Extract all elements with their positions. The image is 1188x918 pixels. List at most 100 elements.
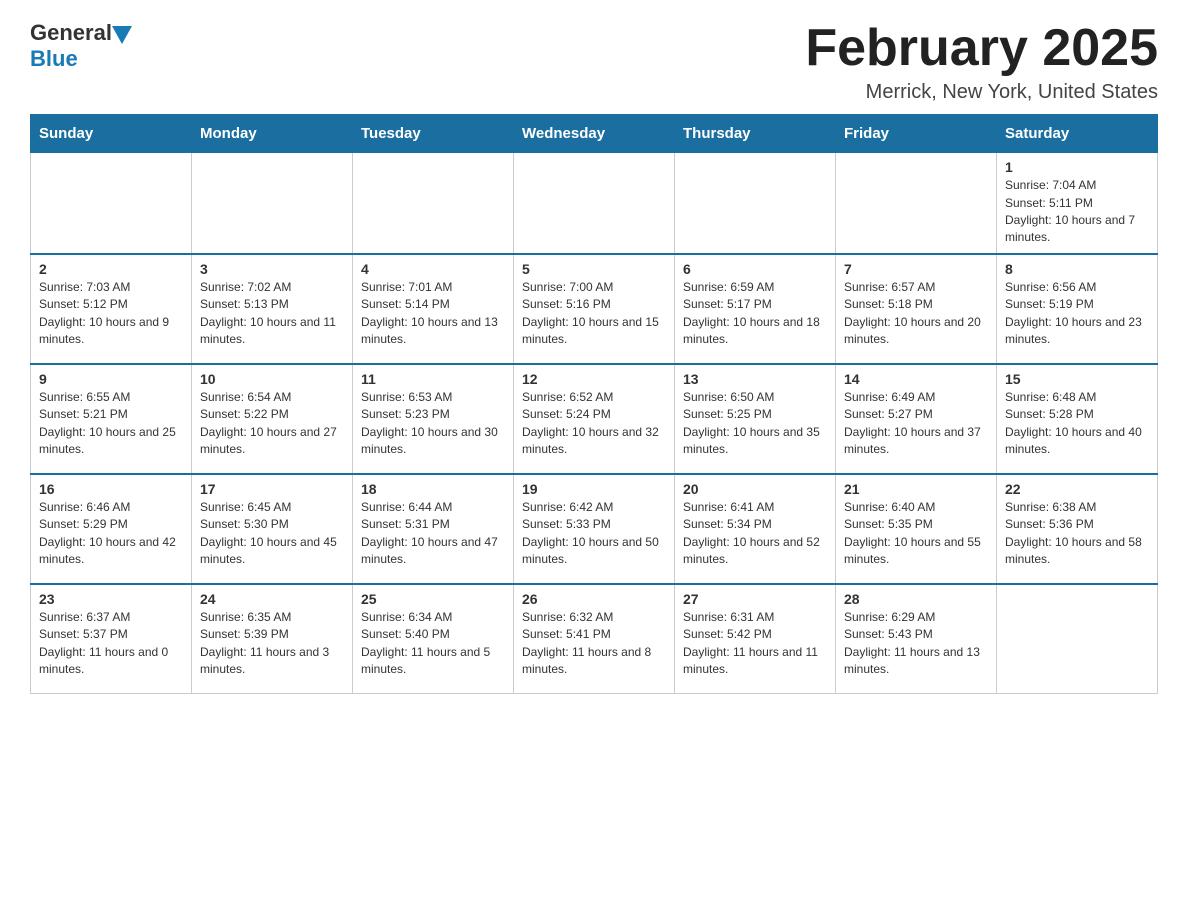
day-number: 7 (844, 261, 988, 277)
calendar-cell: 9 Sunrise: 6:55 AM Sunset: 5:21 PM Daylig… (31, 364, 192, 474)
day-info: Sunrise: 6:46 AM Sunset: 5:29 PM Dayligh… (39, 499, 183, 569)
calendar-cell: 2 Sunrise: 7:03 AM Sunset: 5:12 PM Daylig… (31, 254, 192, 364)
day-info: Sunrise: 7:02 AM Sunset: 5:13 PM Dayligh… (200, 279, 344, 349)
calendar-cell: 13 Sunrise: 6:50 AM Sunset: 5:25 PM Dayli… (675, 364, 836, 474)
day-info: Sunrise: 6:50 AM Sunset: 5:25 PM Dayligh… (683, 389, 827, 459)
calendar-cell (353, 153, 514, 254)
calendar-cell (675, 153, 836, 254)
day-number: 16 (39, 481, 183, 497)
calendar-cell: 26 Sunrise: 6:32 AM Sunset: 5:41 PM Dayli… (514, 584, 675, 694)
day-number: 12 (522, 371, 666, 387)
calendar-cell: 3 Sunrise: 7:02 AM Sunset: 5:13 PM Daylig… (192, 254, 353, 364)
day-number: 23 (39, 591, 183, 607)
calendar-cell: 15 Sunrise: 6:48 AM Sunset: 5:28 PM Dayli… (997, 364, 1158, 474)
calendar-cell: 1 Sunrise: 7:04 AM Sunset: 5:11 PM Daylig… (997, 153, 1158, 254)
calendar-cell: 4 Sunrise: 7:01 AM Sunset: 5:14 PM Daylig… (353, 254, 514, 364)
day-info: Sunrise: 6:31 AM Sunset: 5:42 PM Dayligh… (683, 609, 827, 679)
day-number: 2 (39, 261, 183, 277)
day-number: 4 (361, 261, 505, 277)
logo-triangle-icon (112, 26, 132, 44)
day-info: Sunrise: 6:57 AM Sunset: 5:18 PM Dayligh… (844, 279, 988, 349)
day-number: 24 (200, 591, 344, 607)
calendar-cell: 7 Sunrise: 6:57 AM Sunset: 5:18 PM Daylig… (836, 254, 997, 364)
day-number: 22 (1005, 481, 1149, 497)
day-number: 1 (1005, 159, 1149, 175)
week-row-3: 9 Sunrise: 6:55 AM Sunset: 5:21 PM Daylig… (31, 364, 1158, 474)
calendar-cell (192, 153, 353, 254)
calendar-cell: 14 Sunrise: 6:49 AM Sunset: 5:27 PM Dayli… (836, 364, 997, 474)
logo-block: General Blue (30, 20, 132, 72)
weekday-header-wednesday: Wednesday (514, 115, 675, 153)
day-number: 28 (844, 591, 988, 607)
calendar-cell: 11Sunrise: 6:53 AM Sunset: 5:23 PM Dayli… (353, 364, 514, 474)
day-info: Sunrise: 6:54 AM Sunset: 5:22 PM Dayligh… (200, 389, 344, 459)
day-number: 20 (683, 481, 827, 497)
day-number: 17 (200, 481, 344, 497)
calendar-cell: 20Sunrise: 6:41 AM Sunset: 5:34 PM Dayli… (675, 474, 836, 584)
location: Merrick, New York, United States (805, 81, 1158, 104)
calendar-cell: 12 Sunrise: 6:52 AM Sunset: 5:24 PM Dayli… (514, 364, 675, 474)
logo-text-blue: Blue (30, 46, 78, 72)
calendar-cell (836, 153, 997, 254)
day-number: 8 (1005, 261, 1149, 277)
calendar-cell: 28 Sunrise: 6:29 AM Sunset: 5:43 PM Dayli… (836, 584, 997, 694)
calendar-cell: 16 Sunrise: 6:46 AM Sunset: 5:29 PM Dayli… (31, 474, 192, 584)
day-info: Sunrise: 7:00 AM Sunset: 5:16 PM Dayligh… (522, 279, 666, 349)
day-info: Sunrise: 6:49 AM Sunset: 5:27 PM Dayligh… (844, 389, 988, 459)
day-number: 25 (361, 591, 505, 607)
calendar-cell: 24Sunrise: 6:35 AM Sunset: 5:39 PM Dayli… (192, 584, 353, 694)
logo-text-general: General (30, 20, 112, 46)
day-info: Sunrise: 6:59 AM Sunset: 5:17 PM Dayligh… (683, 279, 827, 349)
day-number: 15 (1005, 371, 1149, 387)
day-info: Sunrise: 6:45 AM Sunset: 5:30 PM Dayligh… (200, 499, 344, 569)
calendar-cell: 25 Sunrise: 6:34 AM Sunset: 5:40 PM Dayli… (353, 584, 514, 694)
calendar-cell: 27Sunrise: 6:31 AM Sunset: 5:42 PM Dayli… (675, 584, 836, 694)
day-info: Sunrise: 7:01 AM Sunset: 5:14 PM Dayligh… (361, 279, 505, 349)
weekday-header-tuesday: Tuesday (353, 115, 514, 153)
week-row-5: 23 Sunrise: 6:37 AM Sunset: 5:37 PM Dayli… (31, 584, 1158, 694)
calendar-cell: 21 Sunrise: 6:40 AM Sunset: 5:35 PM Dayli… (836, 474, 997, 584)
day-number: 5 (522, 261, 666, 277)
day-number: 18 (361, 481, 505, 497)
day-info: Sunrise: 6:29 AM Sunset: 5:43 PM Dayligh… (844, 609, 988, 679)
day-info: Sunrise: 6:44 AM Sunset: 5:31 PM Dayligh… (361, 499, 505, 569)
weekday-header-row: SundayMondayTuesdayWednesdayThursdayFrid… (31, 115, 1158, 153)
day-number: 14 (844, 371, 988, 387)
day-info: Sunrise: 6:37 AM Sunset: 5:37 PM Dayligh… (39, 609, 183, 679)
day-number: 10 (200, 371, 344, 387)
day-number: 21 (844, 481, 988, 497)
day-info: Sunrise: 6:32 AM Sunset: 5:41 PM Dayligh… (522, 609, 666, 679)
day-info: Sunrise: 6:48 AM Sunset: 5:28 PM Dayligh… (1005, 389, 1149, 459)
calendar-table: SundayMondayTuesdayWednesdayThursdayFrid… (30, 114, 1158, 694)
calendar-cell: 19Sunrise: 6:42 AM Sunset: 5:33 PM Dayli… (514, 474, 675, 584)
day-number: 13 (683, 371, 827, 387)
month-title: February 2025 (805, 20, 1158, 77)
day-info: Sunrise: 6:55 AM Sunset: 5:21 PM Dayligh… (39, 389, 183, 459)
title-block: February 2025 Merrick, New York, United … (805, 20, 1158, 104)
day-info: Sunrise: 6:56 AM Sunset: 5:19 PM Dayligh… (1005, 279, 1149, 349)
calendar-cell: 23 Sunrise: 6:37 AM Sunset: 5:37 PM Dayli… (31, 584, 192, 694)
day-number: 11 (361, 371, 505, 387)
day-number: 3 (200, 261, 344, 277)
day-info: Sunrise: 7:04 AM Sunset: 5:11 PM Dayligh… (1005, 177, 1149, 247)
week-row-2: 2 Sunrise: 7:03 AM Sunset: 5:12 PM Daylig… (31, 254, 1158, 364)
calendar-cell (514, 153, 675, 254)
calendar-cell: 10 Sunrise: 6:54 AM Sunset: 5:22 PM Dayli… (192, 364, 353, 474)
logo: General Blue (30, 20, 132, 72)
day-info: Sunrise: 6:52 AM Sunset: 5:24 PM Dayligh… (522, 389, 666, 459)
day-number: 26 (522, 591, 666, 607)
day-info: Sunrise: 6:34 AM Sunset: 5:40 PM Dayligh… (361, 609, 505, 679)
day-number: 9 (39, 371, 183, 387)
day-info: Sunrise: 7:03 AM Sunset: 5:12 PM Dayligh… (39, 279, 183, 349)
weekday-header-monday: Monday (192, 115, 353, 153)
day-number: 6 (683, 261, 827, 277)
calendar-cell (997, 584, 1158, 694)
day-info: Sunrise: 6:40 AM Sunset: 5:35 PM Dayligh… (844, 499, 988, 569)
day-info: Sunrise: 6:38 AM Sunset: 5:36 PM Dayligh… (1005, 499, 1149, 569)
day-info: Sunrise: 6:42 AM Sunset: 5:33 PM Dayligh… (522, 499, 666, 569)
page-header: General Blue February 2025 Merrick, New … (30, 20, 1158, 104)
week-row-1: 1 Sunrise: 7:04 AM Sunset: 5:11 PM Daylig… (31, 153, 1158, 254)
calendar-cell: 5 Sunrise: 7:00 AM Sunset: 5:16 PM Daylig… (514, 254, 675, 364)
week-row-4: 16 Sunrise: 6:46 AM Sunset: 5:29 PM Dayli… (31, 474, 1158, 584)
calendar-cell: 6 Sunrise: 6:59 AM Sunset: 5:17 PM Daylig… (675, 254, 836, 364)
